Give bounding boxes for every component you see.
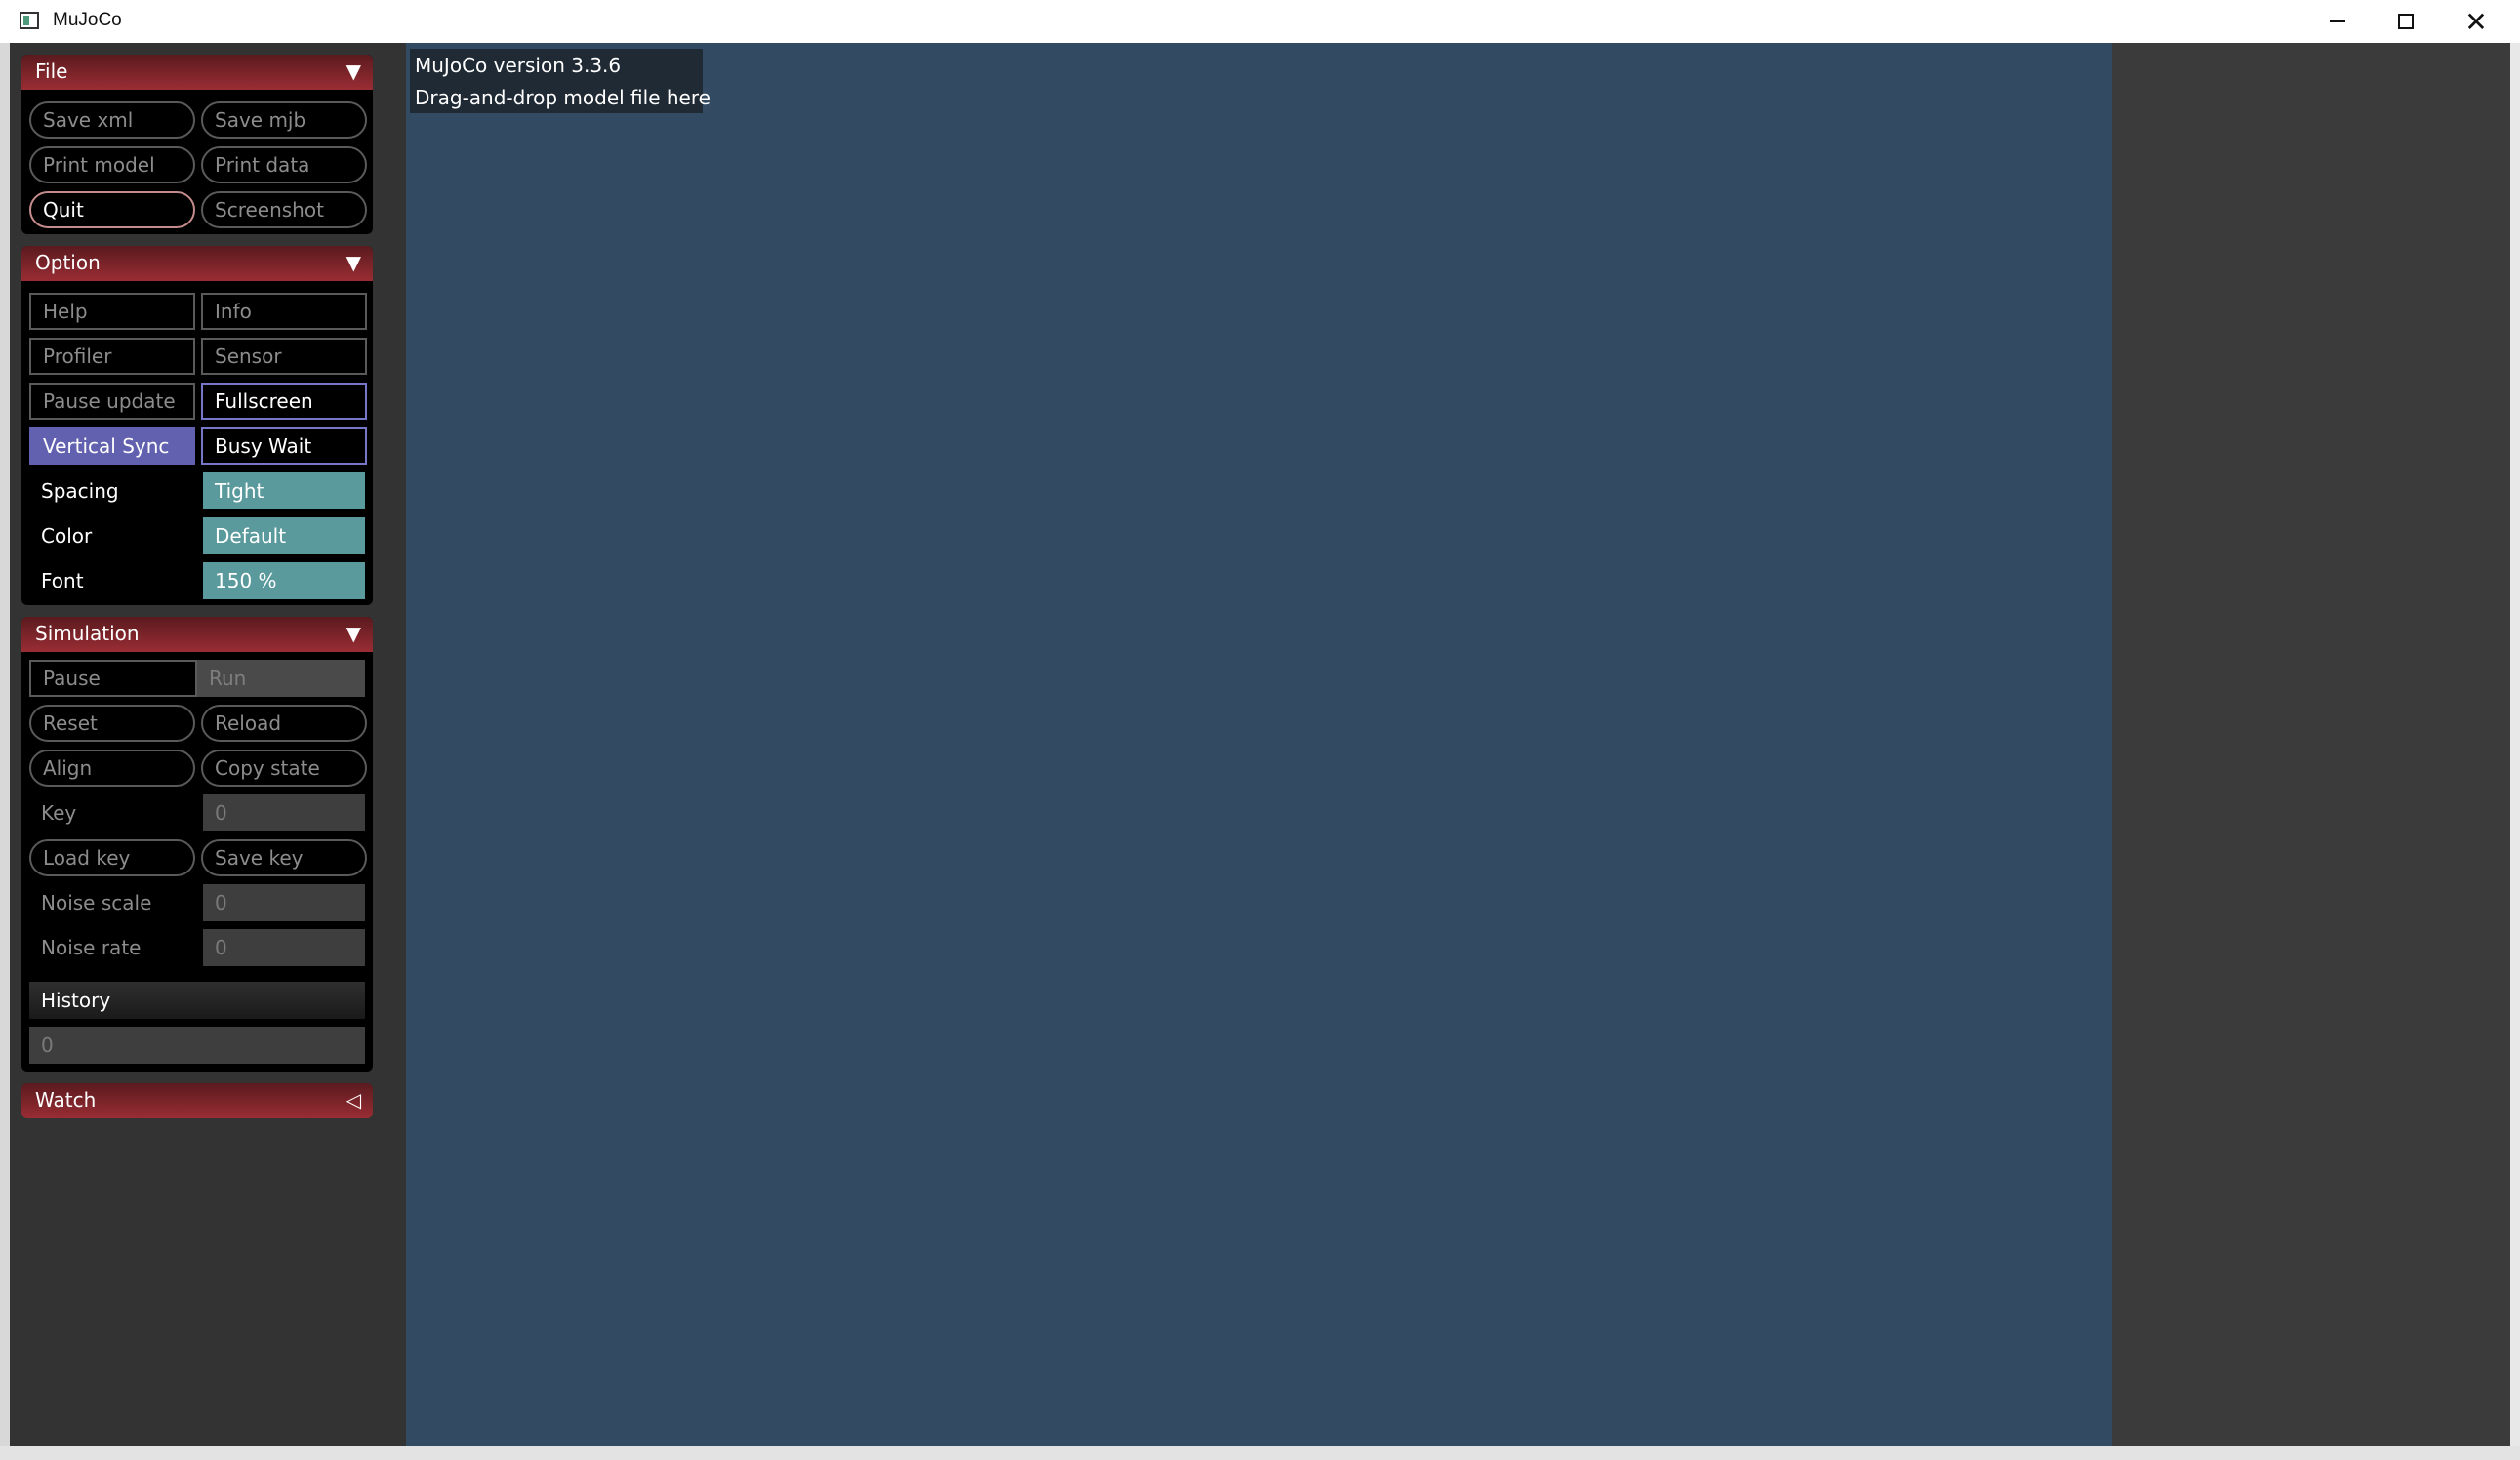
spacing-select[interactable]: Tight [203, 472, 365, 509]
run-state-radio: Pause Run [29, 660, 365, 697]
color-select[interactable]: Default [203, 517, 365, 554]
3d-viewport[interactable] [406, 43, 2112, 1446]
option-section-header[interactable]: Option ▼ [21, 246, 373, 281]
section-title: Option [35, 251, 101, 274]
simulation-section: Simulation ▼ Pause Run Reset Reload Alig… [21, 617, 373, 1072]
watch-section: Watch ◁ [21, 1083, 373, 1118]
font-label: Font [41, 569, 84, 592]
option-section: Option ▼ Help Info Profiler Sensor Pause… [21, 246, 373, 605]
expand-arrow-icon: ◁ [345, 1088, 361, 1112]
history-separator: History [29, 982, 365, 1019]
close-icon: ✕ [2464, 5, 2488, 38]
simulation-section-header[interactable]: Simulation ▼ [21, 617, 373, 652]
reload-button[interactable]: Reload [201, 705, 367, 742]
print-data-button[interactable]: Print data [201, 146, 367, 183]
viewport-info-box: MuJoCo version 3.3.6 Drag-and-drop model… [410, 49, 711, 113]
spacing-label: Spacing [41, 479, 119, 503]
section-title: Simulation [35, 622, 140, 645]
screenshot-button[interactable]: Screenshot [201, 191, 367, 228]
history-slider[interactable]: 0 [29, 1027, 365, 1064]
section-title: File [35, 60, 68, 83]
vertical-sync-checkbox[interactable]: Vertical Sync [29, 427, 195, 465]
save-xml-button[interactable]: Save xml [29, 101, 195, 139]
minimize-button[interactable] [2303, 0, 2372, 43]
window-titlebar: MuJoCo ✕ [0, 0, 2520, 43]
noise-scale-slider[interactable]: 0 [203, 884, 365, 921]
info-checkbox[interactable]: Info [201, 293, 367, 330]
noise-rate-label: Noise rate [41, 936, 142, 959]
load-key-button[interactable]: Load key [29, 839, 195, 876]
right-edge [2510, 43, 2520, 1460]
window-title: MuJoCo [53, 10, 122, 30]
align-button[interactable]: Align [29, 750, 195, 787]
font-select[interactable]: 150 % [203, 562, 365, 599]
fullscreen-checkbox[interactable]: Fullscreen [201, 383, 367, 420]
maximize-icon [2398, 14, 2414, 29]
help-checkbox[interactable]: Help [29, 293, 195, 330]
watch-section-header[interactable]: Watch ◁ [21, 1083, 373, 1118]
sensor-checkbox[interactable]: Sensor [201, 338, 367, 375]
pause-radio[interactable]: Pause [29, 660, 197, 697]
quit-button[interactable]: Quit [29, 191, 195, 228]
file-section-header[interactable]: File ▼ [21, 55, 373, 90]
color-label: Color [41, 524, 93, 548]
bottom-edge [0, 1446, 2520, 1460]
print-model-button[interactable]: Print model [29, 146, 195, 183]
profiler-checkbox[interactable]: Profiler [29, 338, 195, 375]
save-mjb-button[interactable]: Save mjb [201, 101, 367, 139]
key-slider[interactable]: 0 [203, 794, 365, 831]
section-title: Watch [35, 1088, 97, 1112]
collapse-arrow-icon: ▼ [345, 251, 361, 274]
maximize-button[interactable] [2372, 0, 2440, 43]
key-label: Key [41, 801, 77, 825]
drop-hint-text: Drag-and-drop model file here [415, 86, 711, 109]
close-button[interactable]: ✕ [2442, 0, 2510, 43]
app-icon [20, 12, 39, 29]
run-radio[interactable]: Run [197, 660, 365, 697]
noise-scale-label: Noise scale [41, 891, 152, 914]
collapse-arrow-icon: ▼ [345, 622, 361, 645]
version-text: MuJoCo version 3.3.6 [415, 54, 622, 77]
right-panel-area [2112, 43, 2510, 1446]
save-key-button[interactable]: Save key [201, 839, 367, 876]
reset-button[interactable]: Reset [29, 705, 195, 742]
busy-wait-checkbox[interactable]: Busy Wait [201, 427, 367, 465]
collapse-arrow-icon: ▼ [345, 60, 361, 83]
noise-rate-slider[interactable]: 0 [203, 929, 365, 966]
pause-update-checkbox[interactable]: Pause update [29, 383, 195, 420]
file-section: File ▼ Save xml Save mjb Print model Pri… [21, 55, 373, 234]
copy-state-button[interactable]: Copy state [201, 750, 367, 787]
left-edge [0, 43, 10, 1460]
minimize-icon [2330, 20, 2345, 22]
